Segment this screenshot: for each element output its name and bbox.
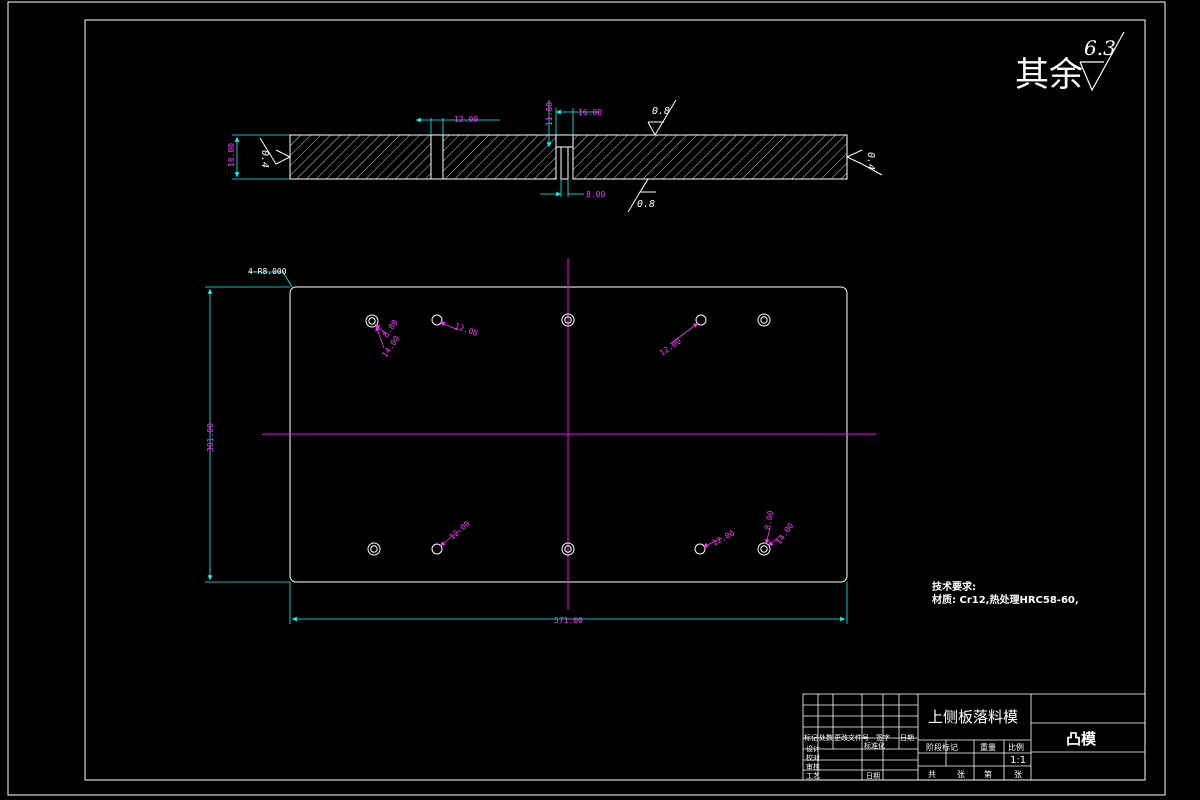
- roughness-right-value: 0.4: [865, 152, 876, 170]
- tb-sheet-unit: 张: [957, 770, 965, 779]
- tb-row-label: 设计: [806, 744, 820, 753]
- tb-part-name: 上侧板落料模: [928, 708, 1018, 726]
- section-left-hole: [430, 134, 444, 180]
- roughness-top-symbol: 0.8: [647, 99, 677, 137]
- bottom-hole-dim-text: 8.00: [586, 190, 605, 199]
- tb-row-label: 工艺: [806, 772, 820, 780]
- thickness-dim-text: 16.00: [227, 143, 236, 167]
- tb-col-label: 签字: [876, 733, 890, 742]
- tb-sheet-unit-2: 张: [1014, 770, 1022, 779]
- hole-bottom-1-inner: [370, 545, 378, 553]
- tb-col-label: 更改文件号: [834, 733, 869, 742]
- hole-label: 12.00: [711, 528, 737, 547]
- section-left-block: [289, 134, 432, 180]
- hole-top-2: [431, 314, 443, 326]
- tb-row-label: 校对: [806, 753, 820, 762]
- hole-top-1-inner: [368, 317, 376, 325]
- hole-label: 14.00: [774, 521, 795, 546]
- tb-date-label: 日期: [866, 772, 880, 780]
- cbore-depth-text: 11.60: [545, 102, 554, 126]
- sheet-inner-border: [84, 19, 1146, 781]
- cad-drawing-canvas: 其余 6.3 16.00 12.00 16.00 11.60 8.00 0.8 …: [7, 1, 1166, 796]
- section-through-hole: [560, 146, 569, 180]
- tb-sheet-total: 共: [928, 770, 936, 779]
- roughness-bottom-value: 0.8: [637, 199, 655, 210]
- section-right-block: [572, 134, 848, 180]
- section-mid-block: [442, 134, 557, 180]
- tb-sheet-no: 第: [984, 769, 992, 779]
- leader-top-1b: [375, 325, 385, 349]
- tb-drawing-name: 凸模: [1066, 730, 1097, 748]
- tb-standard-label: 标准化: [864, 741, 885, 750]
- tb-scale-value: 1:1: [1010, 755, 1026, 766]
- hole-bottom-5-inner: [760, 545, 768, 553]
- hole-label: 12.00: [658, 336, 683, 357]
- tb-weight-label: 重量: [980, 742, 996, 752]
- top-hole-dim-text: 16.00: [578, 108, 602, 117]
- tb-col-label: 处数: [819, 733, 833, 742]
- hole-label: 8.00: [381, 318, 400, 339]
- roughness-left-value: 0.4: [259, 150, 270, 168]
- tech-req-material: 材质: Cr12,热处理HRC58-60,: [932, 593, 1079, 606]
- hole-top-5: [757, 313, 771, 327]
- hole-top-5-inner: [760, 316, 768, 324]
- tb-row-label: 审核: [806, 762, 820, 771]
- hole-label: 12.00: [453, 321, 479, 338]
- hole-bottom-5: [757, 542, 771, 556]
- tb-col-label: 日期: [900, 734, 914, 742]
- roughness-bottom-symbol: 0.8: [627, 178, 656, 213]
- hole-label: 8.00: [763, 510, 775, 531]
- roughness-top-value: 0.8: [652, 106, 670, 117]
- section-view: 16.00 12.00 16.00 11.60 8.00 0.8 0.8 0.4…: [227, 99, 883, 213]
- tb-col-label: 标记: [804, 733, 818, 742]
- general-roughness-symbol: 其余 6.3: [1015, 31, 1125, 95]
- roughness-right-symbol: 0.4: [845, 149, 883, 176]
- corner-radius-text: 4-R8.000: [248, 267, 287, 276]
- tech-req-title: 技术要求:: [932, 580, 976, 593]
- general-roughness-label: 其余: [1015, 55, 1083, 95]
- hole-bottom-4: [694, 543, 706, 555]
- sheet-outer-border: [7, 1, 1166, 796]
- hole-label: 12.00: [448, 519, 472, 541]
- width-dim-text: 571.00: [554, 616, 583, 625]
- roughness-left-symbol: 0.4: [259, 137, 292, 168]
- height-dim-text: 301.00: [206, 423, 215, 452]
- section-counterbore: [555, 134, 574, 148]
- general-roughness-value: 6.3: [1084, 36, 1116, 60]
- tb-scale-label: 比例: [1008, 742, 1024, 752]
- plan-view: 4-R8.000 301.00 571.00 8.00 14.00 12.00 …: [205, 258, 876, 625]
- left-hole-dim-text: 12.00: [454, 115, 478, 124]
- tb-stage-label: 阶段标记: [926, 742, 958, 752]
- hole-bottom-1: [367, 542, 381, 556]
